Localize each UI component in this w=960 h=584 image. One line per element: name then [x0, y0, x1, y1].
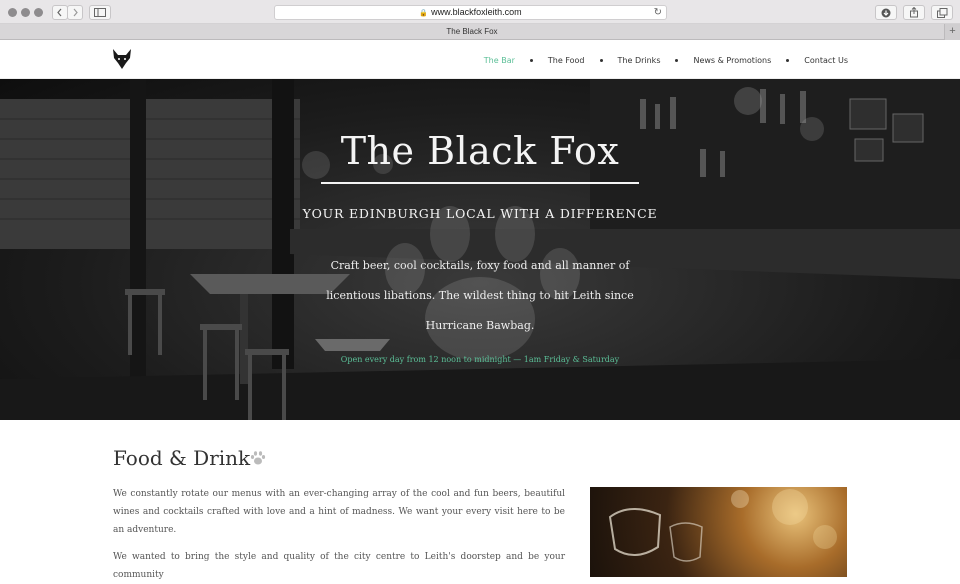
nav-item-the-bar[interactable]: The Bar: [484, 56, 515, 65]
hero-description: Craft beer, cool cocktails, foxy food an…: [326, 259, 634, 332]
back-button[interactable]: [52, 5, 68, 20]
chevron-left-icon: [57, 8, 62, 17]
opening-hours: Open every day from 12 noon to midnight …: [340, 355, 620, 364]
zoom-window-button[interactable]: [34, 8, 43, 17]
wine-glasses-photo: [590, 487, 847, 577]
close-window-button[interactable]: [8, 8, 17, 17]
nav-separator: [599, 58, 603, 62]
url-text: www.blackfoxleith.com: [431, 7, 522, 17]
minimize-window-button[interactable]: [21, 8, 30, 17]
intro-paragraph: We constantly rotate our menus with an e…: [113, 489, 565, 535]
chevron-right-icon: [73, 8, 78, 17]
share-button[interactable]: [903, 5, 925, 20]
download-icon: [881, 8, 891, 17]
main-nav: The Bar The Food The Drinks News & Promo…: [484, 41, 848, 79]
nav-separator: [675, 58, 679, 62]
hero-title: The Black Fox: [340, 129, 620, 173]
paw-print-icon: [250, 451, 266, 465]
hero-divider: [321, 182, 639, 184]
nav-separator: [529, 58, 533, 62]
sidebar-icon: [94, 8, 106, 17]
wine-glass-image: [608, 489, 837, 562]
nav-item-news-promotions[interactable]: News & Promotions: [693, 56, 771, 65]
tab-bar: The Black Fox +: [0, 24, 960, 40]
fox-head-icon[interactable]: [112, 48, 132, 70]
sidebar-button[interactable]: [89, 5, 111, 20]
reload-icon[interactable]: ↻: [654, 6, 662, 19]
hero-banner: The Black Fox YOUR EDINBURGH LOCAL WITH …: [0, 79, 960, 420]
section-title: Food & Drink: [113, 446, 251, 470]
new-tab-button[interactable]: +: [944, 24, 960, 40]
nav-item-the-drinks[interactable]: The Drinks: [618, 56, 661, 65]
lock-icon: 🔒: [419, 10, 429, 17]
share-icon: [910, 6, 918, 18]
tab-title[interactable]: The Black Fox: [0, 24, 944, 40]
tabs-button[interactable]: [931, 5, 953, 20]
site-header: The Bar The Food The Drinks News & Promo…: [0, 41, 960, 79]
tabs-icon: [936, 7, 947, 18]
community-paragraph: We wanted to bring the style and quality…: [113, 552, 565, 580]
browser-toolbar: 🔒 www.blackfoxleith.com ↻: [0, 0, 960, 24]
forward-button[interactable]: [67, 5, 83, 20]
nav-item-the-food[interactable]: The Food: [548, 56, 585, 65]
nav-separator: [786, 58, 790, 62]
nav-item-contact-us[interactable]: Contact Us: [804, 56, 848, 65]
download-button[interactable]: [875, 5, 897, 20]
address-bar[interactable]: 🔒 www.blackfoxleith.com ↻: [274, 5, 667, 20]
hero-subtitle: YOUR EDINBURGH LOCAL WITH A DIFFERENCE: [302, 206, 658, 221]
